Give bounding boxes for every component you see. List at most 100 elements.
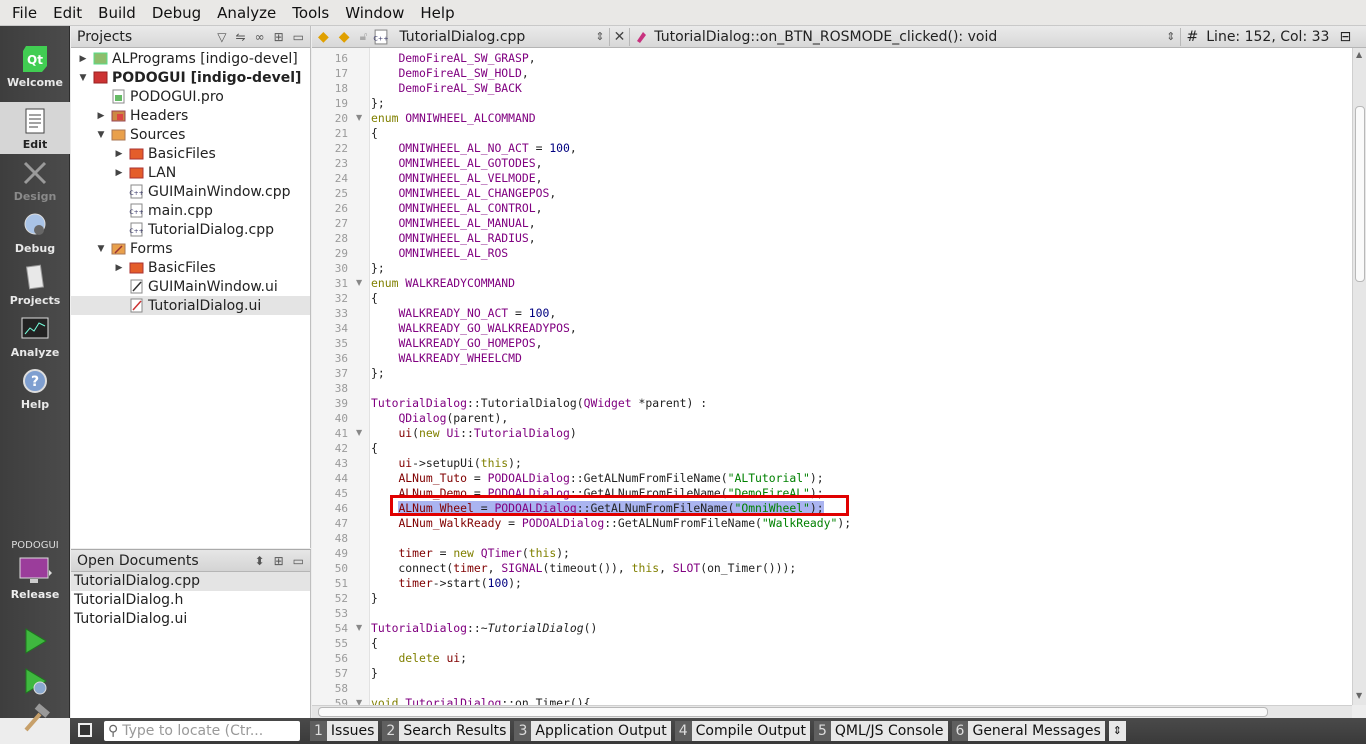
link-icon[interactable]: ∞ [255,30,265,44]
menu-analyze[interactable]: Analyze [209,0,284,26]
symbol-selector[interactable]: TutorialDialog::on_BTN_ROSMODE_clicked()… [654,29,1166,45]
output-tab-general-messages[interactable]: 6 General Messages [951,721,1105,741]
output-tab-compile-output[interactable]: 4 Compile Output [674,721,810,741]
project-icon [93,52,108,65]
sort-icon[interactable]: ⬍ [255,554,265,568]
expanded-arrow-icon[interactable]: ▼ [95,130,107,140]
split-icon[interactable]: ⊞ [274,554,284,568]
tree-item[interactable]: ▼ Sources [71,125,310,144]
open-document-item[interactable]: TutorialDialog.ui [71,610,310,629]
vertical-scrollbar[interactable]: ▲ ▼ [1352,48,1366,705]
menu-window[interactable]: Window [337,0,412,26]
code-line: delete ui; [398,651,468,665]
projects-book-icon [25,264,45,290]
mode-help[interactable]: ? Help [0,362,70,414]
split-icon[interactable]: ⊞ [274,30,284,44]
tree-item[interactable]: GUIMainWindow.ui [71,277,310,296]
collapsed-arrow-icon[interactable]: ▶ [113,149,125,159]
split-icon[interactable]: ⊟ [1339,29,1351,45]
lock-icon[interactable]: 🔓︎ [360,29,368,44]
menu-edit[interactable]: Edit [45,0,90,26]
folder-icon [129,148,144,160]
toggle-sidebar-icon[interactable] [78,723,92,737]
kit-selector[interactable]: Release [0,554,70,606]
updown-icon[interactable]: ⇕ [1166,30,1175,43]
forward-arrow-icon[interactable]: ◆ [339,29,350,45]
tree-item[interactable]: ▶ ALPrograms [indigo-devel] [71,49,310,68]
tree-item[interactable]: ▼ Forms [71,239,310,258]
line-number: 17 [334,67,348,80]
build-hammer-icon[interactable] [18,702,52,736]
code-line: ALNum_Tuto = PODOALDialog::GetALNumFromF… [398,471,824,485]
mode-debug[interactable]: Debug [0,206,70,258]
tree-item[interactable]: ▶ LAN [71,163,310,182]
svg-text:Qt: Qt [27,53,43,67]
mode-welcome[interactable]: Qt Welcome [0,40,70,92]
output-tab-search-results[interactable]: 2 Search Results [382,721,511,741]
mode-design[interactable]: Design [0,154,70,206]
menu-tools[interactable]: Tools [284,0,337,26]
output-tab-application-output[interactable]: 3 Application Output [514,721,671,741]
fold-marker-icon[interactable]: ▼ [356,428,362,437]
expanded-arrow-icon[interactable]: ▼ [95,244,107,254]
code-editor[interactable]: 16 17 18 19 20 ▼ 21 22 23 24 25 26 27 28 29 30 31 ▼ 32 33 34… [312,48,1352,705]
menu-help[interactable]: Help [412,0,462,26]
output-tab-issues[interactable]: 1 Issues [310,721,379,741]
tree-item[interactable]: PODOGUI.pro [71,87,310,106]
debug-run-icon[interactable] [18,664,52,698]
output-tabs-more-button[interactable]: ⇕ [1108,721,1126,741]
tree-item-label: PODOGUI [indigo-devel] [112,69,302,86]
line-col-indicator[interactable]: Line: 152, Col: 33 [1206,29,1329,45]
tree-item[interactable]: ▶ BasicFiles [71,258,310,277]
code-line: OMNIWHEEL_AL_ROS [398,246,509,260]
cpp-file-icon: C++ [129,184,144,199]
scroll-down-icon[interactable]: ▼ [1356,691,1362,700]
mode-edit[interactable]: Edit [0,102,70,154]
back-arrow-icon[interactable]: ◆ [318,29,329,45]
sync-icon[interactable]: ⇋ [236,30,246,44]
close-icon[interactable]: ▭ [293,30,304,44]
code-line: { [371,291,378,305]
tree-item[interactable]: ▼ PODOGUI [indigo-devel] [71,68,310,87]
horizontal-scrollbar[interactable] [312,705,1352,718]
fold-marker-icon[interactable]: ▼ [356,698,362,705]
symbol-icon [637,31,647,43]
expanded-arrow-icon[interactable]: ▼ [77,73,89,83]
collapsed-arrow-icon[interactable]: ▶ [95,111,107,121]
fold-marker-icon[interactable]: ▼ [356,113,362,122]
tree-item[interactable]: ▶ Headers [71,106,310,125]
collapsed-arrow-icon[interactable]: ▶ [77,54,89,64]
menu-build[interactable]: Build [90,0,144,26]
fold-marker-icon[interactable]: ▼ [356,623,362,632]
menu-file[interactable]: File [4,0,45,26]
tree-item[interactable]: C++ TutorialDialog.cpp [71,220,310,239]
tree-item[interactable]: ▶ BasicFiles [71,144,310,163]
horizontal-scroll-thumb[interactable] [318,707,1268,717]
mode-projects[interactable]: Projects [0,258,70,310]
locator-input[interactable]: ⚲ Type to locate (Ctr... [104,721,300,741]
open-document-item[interactable]: TutorialDialog.cpp [71,572,310,591]
tree-item[interactable]: C++ main.cpp [71,201,310,220]
tree-item-selected[interactable]: TutorialDialog.ui [71,296,310,315]
collapsed-arrow-icon[interactable]: ▶ [113,263,125,273]
code-line: WALKREADY_GO_HOMEPOS, [398,336,543,350]
menu-debug[interactable]: Debug [144,0,209,26]
scroll-up-icon[interactable]: ▲ [1356,50,1362,59]
fold-marker-icon[interactable]: ▼ [356,278,362,287]
output-tab-qml-console[interactable]: 5 QML/JS Console [813,721,948,741]
tree-item[interactable]: C++ GUIMainWindow.cpp [71,182,310,201]
tree-item-label: Headers [130,107,189,124]
mode-analyze[interactable]: Analyze [0,310,70,362]
collapsed-arrow-icon[interactable]: ▶ [113,168,125,178]
close-icon[interactable]: ▭ [293,554,304,568]
run-icon[interactable] [18,624,52,658]
open-document-item[interactable]: TutorialDialog.h [71,591,310,610]
code-line: OMNIWHEEL_AL_RADIUS, [398,231,536,245]
line-number: 46 [334,502,348,515]
document-selector[interactable]: TutorialDialog.cpp [399,29,595,45]
close-document-icon[interactable]: ✕ [614,29,626,45]
updown-icon[interactable]: ⇕ [595,30,604,43]
line-number: 29 [334,247,348,260]
filter-icon[interactable]: ▽ [217,30,226,44]
vertical-scroll-thumb[interactable] [1355,106,1365,282]
